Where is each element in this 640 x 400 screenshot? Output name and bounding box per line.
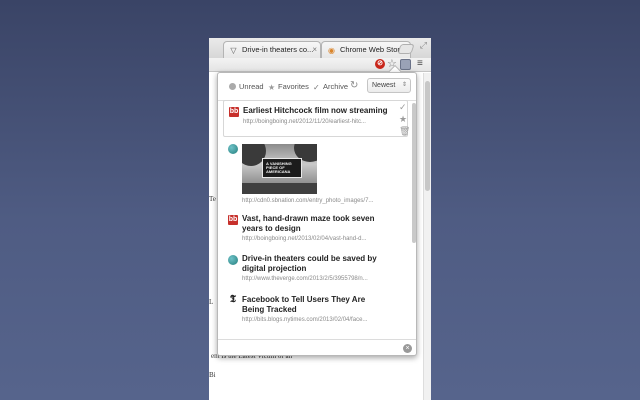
sort-select[interactable]: Newest ⇕ [367,78,411,93]
boingboing-icon: bb [229,107,239,117]
clear-search-icon[interactable]: × [403,344,412,353]
item-url: http://boingboing.net/2012/11/20/earlies… [243,119,366,125]
star-icon: ★ [268,83,276,92]
item-url: http://cdn0.sbnation.com/entry_photo_ima… [242,198,374,204]
tab-drive-in-theaters[interactable]: ▽ Drive-in theaters co... × [223,41,321,58]
boingboing-icon: bb [228,215,238,225]
page-text-fragment: Bi [209,371,216,379]
close-tab-icon[interactable]: × [312,42,317,58]
new-tab-button[interactable] [397,44,415,54]
tab-strip: ▽ Drive-in theaters co... × ◉ Chrome Web… [209,38,431,58]
fullscreen-icon[interactable]: ⤢ [420,40,427,51]
circle-icon [229,83,236,90]
popup-scrollbar-thumb[interactable] [412,103,416,243]
filter-label: Favorites [278,82,309,91]
reading-list-popup: Unread ★ Favorites ✓ Archive ↻ Newest ⇕ bb… [217,72,417,356]
tab-chrome-web-store[interactable]: ◉ Chrome Web Store [321,41,411,58]
page-scrollbar-thumb[interactable] [425,81,430,191]
verge-icon [228,144,238,154]
filter-label: Archive [323,82,349,91]
chrome-store-favicon-icon: ◉ [328,46,335,55]
page-text-fragment: Te [209,195,216,203]
page-scrollbar[interactable] [423,73,431,400]
menu-icon[interactable]: ≡ [417,58,423,70]
verge-icon [228,255,238,265]
thumbnail-caption: A VANISHING PIECE OF AMERICANA [266,161,292,174]
filter-favorites[interactable]: ★ Favorites [268,82,309,92]
trash-icon[interactable]: 🗑 [399,126,410,136]
filter-label: Unread [239,82,264,91]
tab-label: Chrome Web Store [340,45,405,54]
list-item[interactable]: Drive-in theaters could be saved by digi… [223,251,408,287]
tab-label: Drive-in theaters co... [242,45,314,54]
list-item[interactable]: bb Earliest Hitchcock film now streaming… [223,100,410,137]
check-icon: ✓ [313,83,320,92]
item-title[interactable]: Facebook to Tell Users They Are Being Tr… [242,295,382,315]
item-title[interactable]: Drive-in theaters could be saved by digi… [242,254,382,274]
search-input[interactable] [222,343,407,354]
drive-in-sign: A VANISHING PIECE OF AMERICANA [262,158,302,178]
popup-header: Unread ★ Favorites ✓ Archive ↻ Newest ⇕ [218,73,416,100]
filter-archive[interactable]: ✓ Archive [313,82,348,92]
filter-unread[interactable]: Unread [229,82,264,92]
verge-favicon-icon: ▽ [230,46,237,55]
item-url: http://boingboing.net/2013/02/04/vast-ha… [242,236,367,242]
item-url: http://bits.blogs.nytimes.com/2013/02/04… [242,317,368,323]
page-text-fragment: L [209,298,214,306]
sort-selected-value: Newest [372,82,396,89]
list-item[interactable]: 𝕿 Facebook to Tell Users They Are Being … [223,292,408,328]
popup-scrollbar[interactable] [412,103,416,337]
item-title[interactable]: Vast, hand-drawn maze took seven years t… [242,214,382,234]
favorite-star-icon[interactable]: ★ [399,114,407,124]
list-item[interactable]: bb Vast, hand-drawn maze took seven year… [223,211,408,247]
refresh-icon[interactable]: ↻ [350,80,358,91]
item-url: http://www.theverge.com/2013/2/5/3955798… [242,276,368,282]
extension-icon[interactable] [400,59,411,70]
archive-check-icon[interactable]: ✓ [399,102,407,112]
item-title[interactable]: Earliest Hitchcock film now streaming [243,106,387,116]
nytimes-icon: 𝕿 [229,294,237,305]
popup-footer: × [218,339,416,355]
thumbnail-image[interactable]: A VANISHING PIECE OF AMERICANA [242,144,317,194]
stop-loading-icon[interactable]: ⊘ [375,59,385,69]
chevron-updown-icon: ⇕ [401,82,407,88]
